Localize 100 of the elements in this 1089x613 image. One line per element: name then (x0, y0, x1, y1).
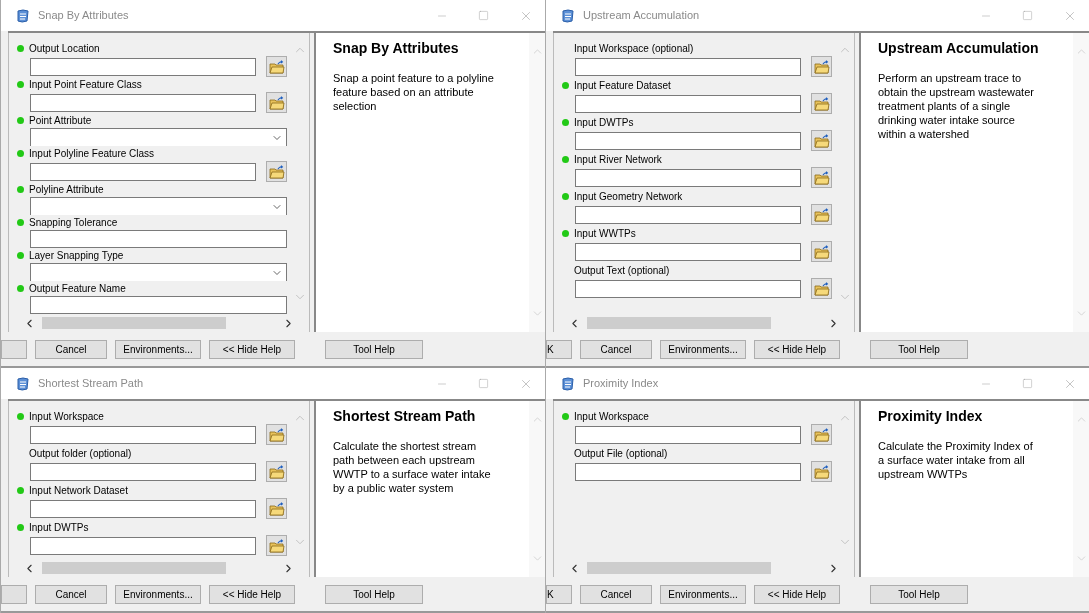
input-field[interactable] (575, 131, 801, 150)
parameter-label: Input Polyline Feature Class (29, 146, 155, 161)
window-title: Snap By Attributes (38, 8, 129, 24)
browse-button[interactable] (266, 92, 287, 113)
help-text: Perform an upstream trace to obtain the upstream wastewater treatment plants of a single drinking water intake source within a watershed (878, 70, 1035, 141)
dialog-button[interactable] (1, 584, 27, 604)
parameter-label: Output File (optional) (574, 446, 668, 461)
scrollbar-thumb[interactable] (42, 317, 226, 329)
input-field[interactable] (30, 536, 256, 555)
input-field[interactable] (30, 499, 256, 518)
input-field[interactable] (575, 425, 801, 444)
scrollbar-thumb[interactable] (42, 562, 226, 574)
input-field[interactable] (30, 57, 256, 76)
input-field[interactable] (30, 93, 256, 112)
input-field[interactable] (575, 242, 801, 261)
scrollbar-thumb[interactable] (587, 562, 771, 574)
dialog-button[interactable]: << Hide Help (209, 584, 295, 604)
browse-button[interactable] (266, 461, 287, 482)
input-field[interactable] (575, 168, 801, 187)
dialog-button[interactable]: Cancel (580, 339, 652, 359)
maximize-icon[interactable] (1022, 378, 1033, 389)
dialog-button[interactable]: Environments... (115, 339, 201, 359)
browse-button[interactable] (811, 204, 832, 225)
maximize-icon[interactable] (1022, 10, 1033, 21)
folder-icon (813, 281, 830, 296)
scroll-tool-icon (15, 7, 31, 24)
input-field[interactable] (30, 425, 256, 444)
parameter-label: Output folder (optional) (29, 446, 132, 461)
folder-icon (813, 427, 830, 442)
browse-button[interactable] (266, 56, 287, 77)
input-field[interactable] (30, 462, 256, 481)
folder-icon (268, 164, 285, 179)
help-text: Snap a point feature to a polyline feature based on an attribute selection (333, 70, 495, 113)
folder-icon (813, 244, 830, 259)
dialog-button[interactable] (1, 339, 27, 359)
dialog-button[interactable]: Tool Help (870, 339, 968, 359)
browse-button[interactable] (266, 498, 287, 519)
parameter-label: Polyline Attribute (29, 182, 104, 197)
folder-icon (268, 501, 285, 516)
parameter-label: Input Geometry Network (574, 189, 683, 204)
browse-button[interactable] (811, 130, 832, 151)
dialog-button[interactable]: Tool Help (325, 584, 423, 604)
browse-button[interactable] (811, 461, 832, 482)
dialog-button[interactable]: Tool Help (325, 339, 423, 359)
parameter-label: Output Location (29, 41, 100, 56)
folder-icon (813, 170, 830, 185)
input-field[interactable] (575, 462, 801, 481)
browse-button[interactable] (811, 93, 832, 114)
dialog-button[interactable]: Tool Help (870, 584, 968, 604)
dialog-button[interactable]: Environments... (660, 339, 746, 359)
input-field[interactable] (575, 57, 801, 76)
vertical-scrollbar[interactable] (529, 401, 545, 577)
folder-icon (813, 96, 830, 111)
dialog-button[interactable]: Cancel (35, 339, 107, 359)
folder-icon (813, 59, 830, 74)
parameter-label: Input Point Feature Class (29, 77, 142, 92)
folder-icon (813, 207, 830, 222)
input-field[interactable] (30, 296, 287, 314)
dialog-button[interactable]: K (546, 584, 572, 604)
vertical-scrollbar[interactable] (1073, 33, 1089, 332)
browse-button[interactable] (266, 161, 287, 182)
parameter-label: Output Text (optional) (574, 263, 670, 278)
browse-button[interactable] (811, 278, 832, 299)
dialog-button[interactable]: Cancel (35, 584, 107, 604)
scrollbar-thumb[interactable] (587, 317, 771, 329)
folder-icon (813, 133, 830, 148)
dropdown-field[interactable] (30, 128, 287, 146)
dialog-button[interactable]: Cancel (580, 584, 652, 604)
browse-button[interactable] (811, 56, 832, 77)
parameter-label: Input Network Dataset (29, 483, 128, 498)
input-field[interactable] (575, 94, 801, 113)
scroll-tool-icon (560, 7, 576, 24)
parameter-label: Input DWTPs (29, 520, 89, 535)
input-field[interactable] (30, 162, 256, 181)
dialog-button[interactable]: K (546, 339, 572, 359)
dropdown-field[interactable] (30, 263, 287, 281)
folder-icon (268, 464, 285, 479)
input-field[interactable] (575, 279, 801, 298)
maximize-icon[interactable] (478, 378, 489, 389)
browse-button[interactable] (811, 167, 832, 188)
maximize-icon[interactable] (478, 10, 489, 21)
browse-button[interactable] (266, 535, 287, 556)
dialog-button[interactable]: Environments... (660, 584, 746, 604)
browse-button[interactable] (266, 424, 287, 445)
folder-icon (268, 427, 285, 442)
dropdown-field[interactable] (30, 197, 287, 215)
vertical-scrollbar[interactable] (1073, 401, 1089, 577)
parameter-label: Input Workspace (29, 409, 104, 424)
scroll-tool-icon (15, 375, 31, 392)
parameter-label: Input Feature Dataset (574, 78, 671, 93)
dialog-button[interactable]: << Hide Help (754, 584, 840, 604)
input-field[interactable] (575, 205, 801, 224)
folder-icon (268, 59, 285, 74)
dialog-button[interactable]: Environments... (115, 584, 201, 604)
vertical-scrollbar[interactable] (529, 33, 545, 332)
dialog-button[interactable]: << Hide Help (754, 339, 840, 359)
dialog-button[interactable]: << Hide Help (209, 339, 295, 359)
browse-button[interactable] (811, 424, 832, 445)
browse-button[interactable] (811, 241, 832, 262)
input-field[interactable] (30, 230, 287, 248)
